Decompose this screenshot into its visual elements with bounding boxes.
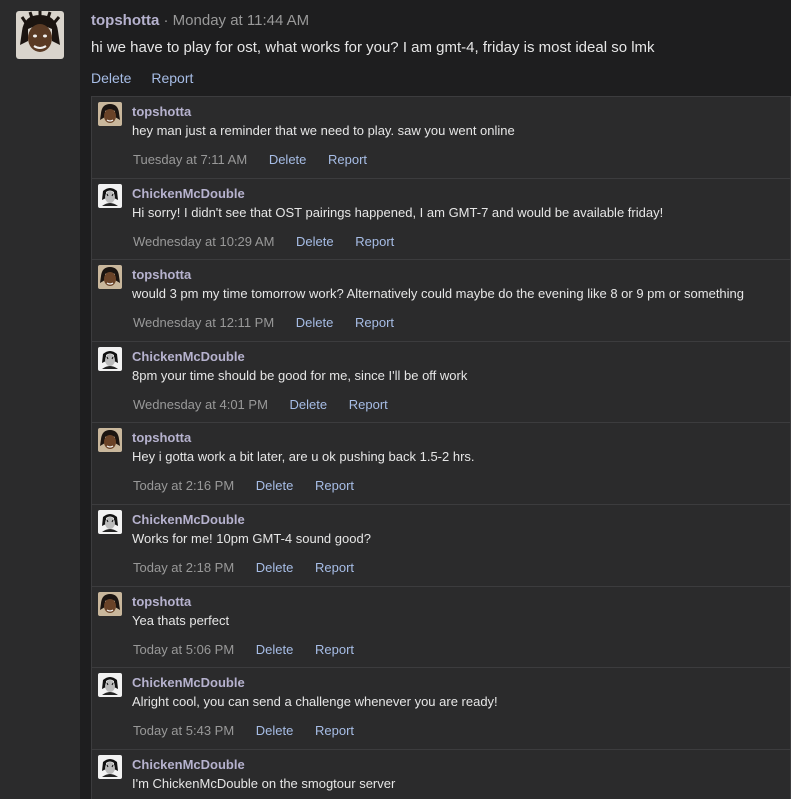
comment-time[interactable]: Tuesday at 7:11 AM — [133, 152, 247, 167]
comment-text: Hi sorry! I didn't see that OST pairings… — [132, 204, 664, 220]
comment-author[interactable]: topshotta — [132, 104, 191, 120]
report-link[interactable]: Report — [315, 478, 354, 493]
comment: topshotta Yea thats perfect Today at 5:0… — [92, 587, 790, 669]
post-report-link[interactable]: Report — [151, 70, 193, 86]
comment-time[interactable]: Today at 5:43 PM — [133, 723, 234, 738]
comment-meta: Tuesday at 7:11 AM Delete Report — [133, 152, 385, 168]
delete-link[interactable]: Delete — [290, 397, 328, 412]
report-link[interactable]: Report — [349, 397, 388, 412]
comment-text: Hey i gotta work a bit later, are u ok p… — [132, 449, 475, 465]
chickenmcdouble-avatar[interactable] — [98, 673, 122, 698]
report-link[interactable]: Report — [328, 152, 367, 167]
report-link[interactable]: Report — [355, 234, 394, 249]
delete-link[interactable]: Delete — [296, 234, 334, 249]
comment-text: Works for me! 10pm GMT-4 sound good? — [132, 530, 371, 546]
post-time[interactable]: Monday at 11:44 AM — [173, 12, 309, 29]
chickenmcdouble-avatar[interactable] — [98, 509, 122, 534]
comment: topshotta would 3 pm my time tomorrow wo… — [92, 260, 790, 342]
post-body: hi we have to play for ost, what works f… — [91, 39, 655, 56]
comment: ChickenMcDouble I'm ChickenMcDouble on t… — [92, 750, 790, 799]
report-link[interactable]: Report — [315, 560, 354, 575]
comment-text: Alright cool, you can send a challenge w… — [132, 694, 498, 710]
comment-meta: Wednesday at 4:01 PM Delete Report — [133, 397, 406, 413]
comment-text: hey man just a reminder that we need to … — [132, 123, 515, 138]
chickenmcdouble-avatar[interactable] — [98, 183, 122, 208]
avatar-column — [0, 0, 80, 799]
post-separator: · — [163, 12, 169, 29]
topshotta-avatar[interactable] — [98, 591, 122, 616]
delete-link[interactable]: Delete — [296, 315, 334, 330]
comment-text: 8pm your time should be good for me, sin… — [132, 367, 468, 383]
comment-author[interactable]: ChickenMcDouble — [132, 512, 245, 528]
delete-link[interactable]: Delete — [269, 152, 307, 167]
comment-author[interactable]: topshotta — [132, 430, 191, 446]
chickenmcdouble-avatar[interactable] — [98, 754, 122, 779]
report-link[interactable]: Report — [315, 642, 354, 657]
comment-meta: Wednesday at 10:29 AM Delete Report — [133, 234, 412, 250]
comment-author[interactable]: ChickenMcDouble — [132, 675, 245, 691]
comment-meta: Wednesday at 12:11 PM Delete Report — [133, 315, 412, 331]
comment-time[interactable]: Today at 2:18 PM — [133, 560, 234, 575]
chickenmcdouble-avatar[interactable] — [98, 346, 122, 371]
topshotta-avatar[interactable] — [98, 265, 122, 290]
comment-meta: Today at 5:06 PM Delete Report — [133, 642, 372, 658]
topshotta-avatar[interactable] — [98, 102, 122, 126]
comment-time[interactable]: Today at 2:16 PM — [133, 478, 234, 493]
delete-link[interactable]: Delete — [256, 560, 294, 575]
post-actions: Delete Report — [91, 69, 209, 87]
comment-list: topshotta hey man just a reminder that w… — [91, 96, 791, 799]
comment-author[interactable]: topshotta — [132, 267, 191, 283]
comment-time[interactable]: Today at 5:06 PM — [133, 642, 234, 657]
post-delete-link[interactable]: Delete — [91, 70, 131, 86]
report-link[interactable]: Report — [355, 315, 394, 330]
comment-text: Yea thats perfect — [132, 612, 230, 628]
comment: topshotta Hey i gotta work a bit later, … — [92, 423, 790, 505]
comment-meta: Today at 2:18 PM Delete Report — [133, 560, 372, 576]
comment-text: I'm ChickenMcDouble on the smogtour serv… — [132, 775, 396, 791]
comment: ChickenMcDouble Works for me! 10pm GMT-4… — [92, 505, 790, 587]
post-header: topshotta · Monday at 11:44 AM — [91, 11, 309, 31]
comment-author[interactable]: ChickenMcDouble — [132, 349, 245, 365]
delete-link[interactable]: Delete — [256, 478, 294, 493]
topshotta-avatar[interactable] — [98, 428, 122, 453]
comment: topshotta hey man just a reminder that w… — [92, 97, 790, 179]
post-author[interactable]: topshotta — [91, 12, 159, 29]
comment-author[interactable]: topshotta — [132, 594, 191, 610]
report-link[interactable]: Report — [315, 723, 354, 738]
topshotta-avatar[interactable] — [16, 11, 64, 59]
comment: ChickenMcDouble 8pm your time should be … — [92, 342, 790, 424]
comment-meta: Today at 5:43 PM Delete Report — [133, 723, 372, 739]
comment-time[interactable]: Wednesday at 10:29 AM — [133, 234, 274, 249]
comment: ChickenMcDouble Alright cool, you can se… — [92, 668, 790, 750]
comment-author[interactable]: ChickenMcDouble — [132, 757, 245, 773]
delete-link[interactable]: Delete — [256, 642, 294, 657]
comment-meta: Today at 2:16 PM Delete Report — [133, 478, 372, 494]
comment: ChickenMcDouble Hi sorry! I didn't see t… — [92, 179, 790, 261]
comment-text: would 3 pm my time tomorrow work? Altern… — [132, 286, 745, 302]
comment-time[interactable]: Wednesday at 12:11 PM — [133, 315, 274, 330]
delete-link[interactable]: Delete — [256, 723, 294, 738]
comment-author[interactable]: ChickenMcDouble — [132, 186, 245, 202]
comment-time[interactable]: Wednesday at 4:01 PM — [133, 397, 268, 412]
